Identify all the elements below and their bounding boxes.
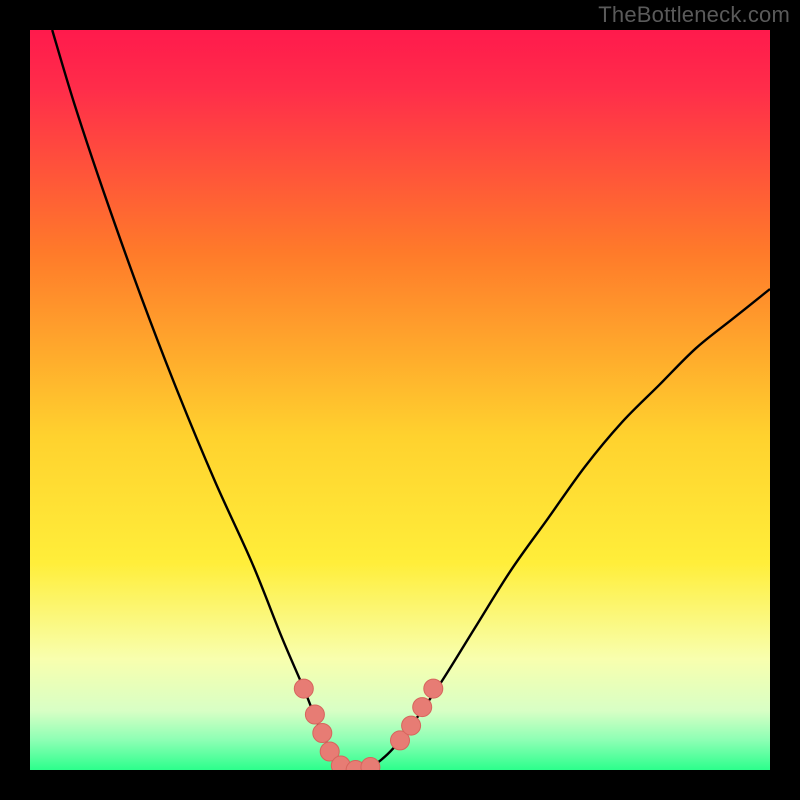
watermark-label: TheBottleneck.com: [598, 2, 790, 28]
curve-marker: [413, 698, 432, 717]
curve-marker: [305, 705, 324, 724]
curve-marker: [361, 758, 380, 770]
chart-frame: TheBottleneck.com: [0, 0, 800, 800]
curve-marker: [424, 679, 443, 698]
plot-area: [30, 30, 770, 770]
curve-marker: [402, 716, 421, 735]
curve-marker: [313, 724, 332, 743]
marker-group: [294, 679, 443, 770]
bottleneck-curve: [52, 30, 770, 770]
curve-layer: [30, 30, 770, 770]
curve-marker: [294, 679, 313, 698]
